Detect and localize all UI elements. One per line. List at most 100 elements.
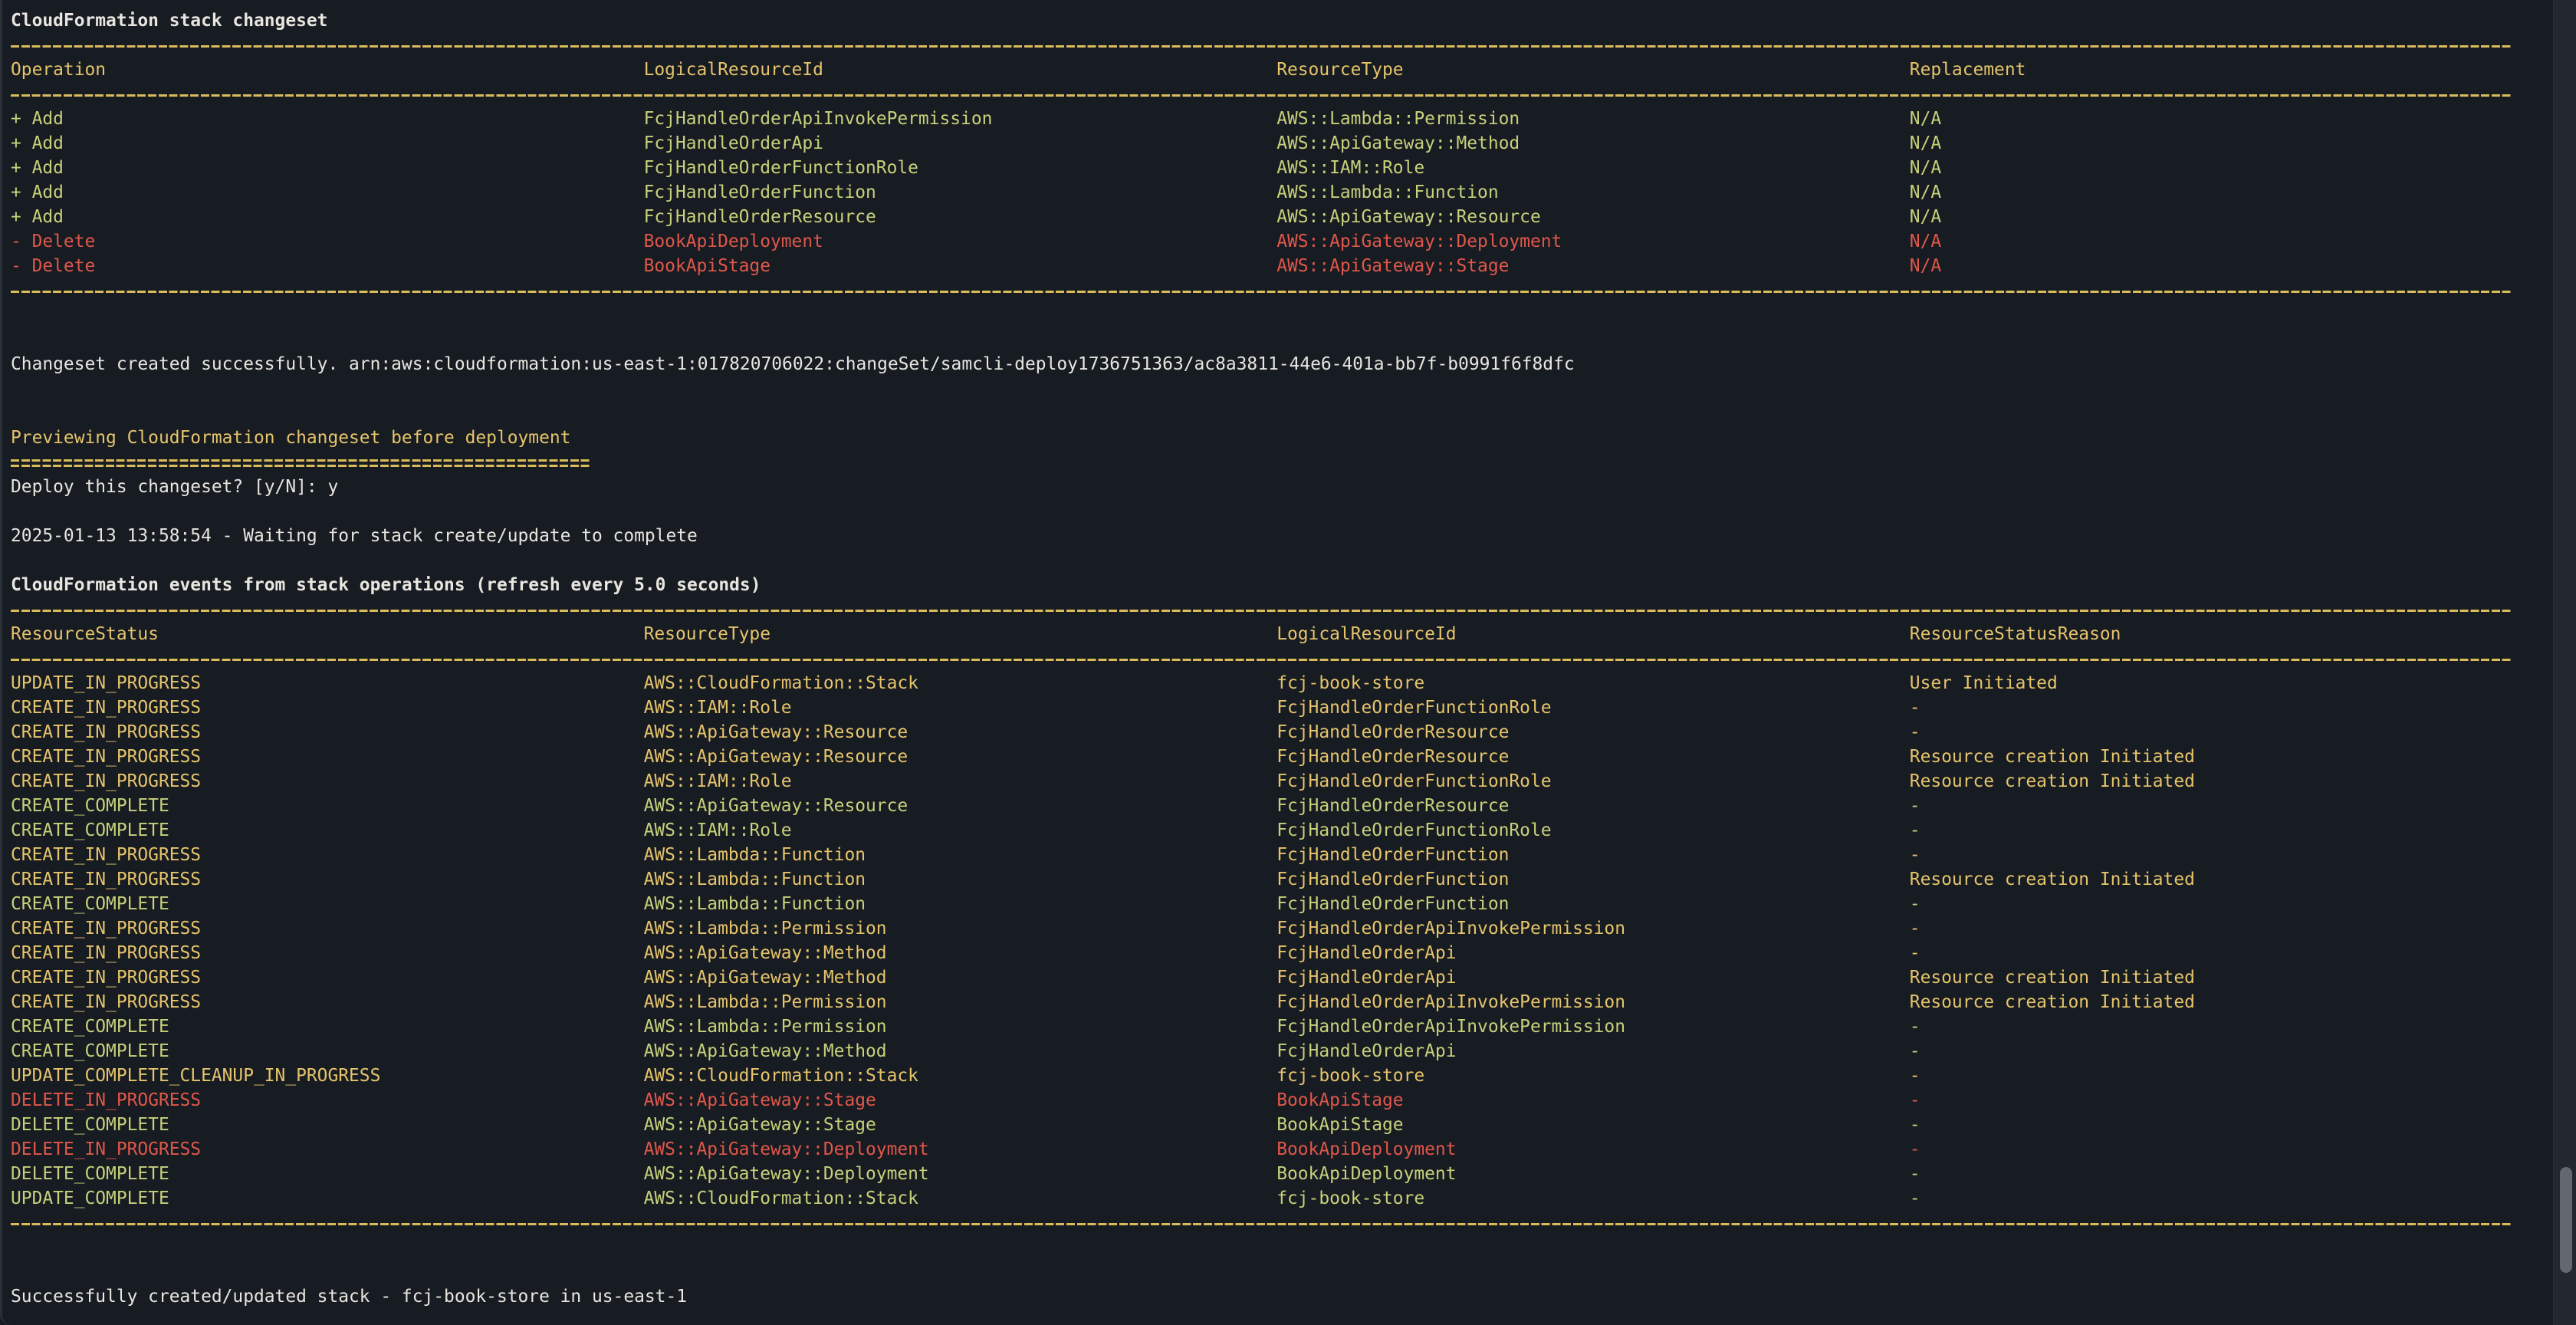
resource-type-cell: AWS::Lambda::Permission: [643, 992, 887, 1012]
logical-resource-id-cell: BookApiDeployment: [1276, 1164, 1457, 1184]
event-row: CREATE_COMPLETE AWS::ApiGateway::Resource…: [8, 794, 2553, 818]
logical-resource-id-cell: FcjHandleOrderFunctionRole: [643, 158, 918, 178]
resource-type-cell: AWS::IAM::Role: [643, 771, 792, 791]
status-reason-cell: User Initiated: [1909, 673, 2058, 693]
resource-type-cell: AWS::ApiGateway::Resource: [643, 747, 909, 767]
status-reason-cell: -: [1909, 943, 1921, 963]
logical-resource-id-cell: BookApiStage: [643, 256, 770, 276]
resource-type-cell: AWS::CloudFormation::Stack: [643, 1189, 918, 1208]
resource-status-cell: CREATE_COMPLETE: [11, 894, 169, 914]
event-row: UPDATE_COMPLETE AWS::CloudFormation::Stac…: [8, 1186, 2553, 1211]
resource-status-cell: DELETE_IN_PROGRESS: [11, 1090, 202, 1110]
event-row: DELETE_IN_PROGRESS AWS::ApiGateway::Stage…: [8, 1088, 2553, 1113]
logical-resource-id-cell: FcjHandleOrderFunction: [1276, 870, 1510, 889]
logical-resource-id-cell: BookApiStage: [1276, 1115, 1404, 1135]
resource-type-cell: AWS::CloudFormation::Stack: [643, 673, 918, 693]
status-reason-cell: -: [1909, 1164, 1921, 1184]
operation-cell: - Delete: [11, 256, 96, 276]
resource-type-cell: AWS::ApiGateway::Stage: [643, 1115, 876, 1135]
logical-resource-id-cell: FcjHandleOrderApi: [1276, 968, 1457, 988]
header-resource-status: ResourceStatus: [11, 624, 159, 644]
logical-resource-id-cell: FcjHandleOrderApiInvokePermission: [1276, 1017, 1625, 1037]
operation-cell: + Add: [11, 109, 64, 129]
scrollbar[interactable]: [2553, 0, 2576, 1325]
event-row: DELETE_COMPLETE AWS::ApiGateway::Stage Boo…: [8, 1113, 2553, 1137]
resource-type-cell: AWS::ApiGateway::Resource: [643, 796, 909, 816]
event-row: CREATE_IN_PROGRESS AWS::ApiGateway::Resou…: [8, 720, 2553, 745]
changeset-row: + Add FcjHandleOrderApiInvokePermission AW…: [8, 107, 2553, 131]
changeset-title: CloudFormation stack changeset: [11, 11, 328, 31]
operation-cell: + Add: [11, 133, 64, 153]
resource-type-cell: AWS::ApiGateway::Stage: [1276, 256, 1510, 276]
resource-type-cell: AWS::ApiGateway::Method: [643, 943, 887, 963]
status-reason-cell: -: [1909, 1066, 1921, 1086]
resource-status-cell: CREATE_IN_PROGRESS: [11, 919, 202, 939]
event-row: CREATE_IN_PROGRESS AWS::Lambda::Permissio…: [8, 916, 2553, 941]
resource-type-cell: AWS::Lambda::Permission: [1276, 109, 1520, 129]
resource-type-cell: AWS::Lambda::Function: [643, 845, 866, 865]
status-reason-cell: -: [1909, 722, 1921, 742]
resource-type-cell: AWS::ApiGateway::Deployment: [1276, 232, 1562, 252]
resource-status-cell: CREATE_COMPLETE: [11, 820, 169, 840]
logical-resource-id-cell: fcj-book-store: [1276, 673, 1425, 693]
resource-type-cell: AWS::ApiGateway::Method: [1276, 133, 1520, 153]
logical-resource-id-cell: FcjHandleOrderResource: [643, 207, 876, 227]
changeset-row: + Add FcjHandleOrderResource AWS::ApiGatew…: [8, 205, 2553, 229]
event-row: UPDATE_IN_PROGRESS AWS::CloudFormation::S…: [8, 671, 2553, 695]
status-reason-cell: -: [1909, 845, 1921, 865]
changeset-table-body: + Add FcjHandleOrderApiInvokePermission AW…: [8, 107, 2553, 278]
resource-type-cell: AWS::Lambda::Function: [643, 894, 866, 914]
event-row: CREATE_IN_PROGRESS AWS::Lambda::Permissio…: [8, 990, 2553, 1014]
header-resource-type: ResourceType: [643, 624, 770, 644]
resource-type-cell: AWS::Lambda::Function: [643, 870, 866, 889]
logical-resource-id-cell: BookApiDeployment: [643, 232, 823, 252]
logical-resource-id-cell: FcjHandleOrderResource: [1276, 796, 1510, 816]
status-reason-cell: Resource creation Initiated: [1909, 968, 2195, 988]
logical-resource-id-cell: FcjHandleOrderApiInvokePermission: [643, 109, 993, 129]
operation-cell: + Add: [11, 182, 64, 202]
logical-resource-id-cell: fcj-book-store: [1276, 1189, 1425, 1208]
scrollbar-thumb[interactable]: [2560, 1166, 2572, 1273]
logical-resource-id-cell: BookApiDeployment: [1276, 1139, 1457, 1159]
resource-status-cell: UPDATE_IN_PROGRESS: [11, 673, 202, 693]
logical-resource-id-cell: FcjHandleOrderFunctionRole: [1276, 698, 1552, 718]
logical-resource-id-cell: FcjHandleOrderApi: [643, 133, 823, 153]
logical-resource-id-cell: FcjHandleOrderApiInvokePermission: [1276, 992, 1625, 1012]
resource-status-cell: CREATE_IN_PROGRESS: [11, 968, 202, 988]
resource-status-cell: CREATE_IN_PROGRESS: [11, 698, 202, 718]
operation-cell: - Delete: [11, 232, 96, 252]
resource-status-cell: DELETE_COMPLETE: [11, 1164, 169, 1184]
resource-type-cell: AWS::IAM::Role: [643, 698, 792, 718]
header-logical-resource-id: LogicalResourceId: [1276, 624, 1457, 644]
replacement-cell: N/A: [1909, 158, 1942, 178]
separator: [8, 33, 2553, 58]
logical-resource-id-cell: FcjHandleOrderApiInvokePermission: [1276, 919, 1625, 939]
terminal-window[interactable]: CloudFormation stack changeset Operation…: [0, 0, 2553, 1325]
logical-resource-id-cell: FcjHandleOrderFunction: [643, 182, 876, 202]
status-reason-cell: Resource creation Initiated: [1909, 747, 2195, 767]
changeset-row: - Delete BookApiDeployment AWS::ApiGateway…: [8, 229, 2553, 254]
resource-status-cell: CREATE_IN_PROGRESS: [11, 771, 202, 791]
resource-type-cell: AWS::ApiGateway::Resource: [1276, 207, 1541, 227]
logical-resource-id-cell: BookApiStage: [1276, 1090, 1404, 1110]
header-resource-type: ResourceType: [1276, 60, 1404, 80]
resource-type-cell: AWS::Lambda::Permission: [643, 919, 887, 939]
resource-type-cell: AWS::ApiGateway::Method: [643, 968, 887, 988]
status-reason-cell: -: [1909, 1189, 1921, 1208]
header-resource-status-reason: ResourceStatusReason: [1909, 624, 2121, 644]
logical-resource-id-cell: FcjHandleOrderApi: [1276, 943, 1457, 963]
waiting-message: 2025-01-13 13:58:54 - Waiting for stack …: [11, 526, 698, 546]
changeset-row: + Add FcjHandleOrderApi AWS::ApiGateway::M…: [8, 131, 2553, 156]
status-reason-cell: -: [1909, 1090, 1921, 1110]
resource-type-cell: AWS::IAM::Role: [1276, 158, 1425, 178]
logical-resource-id-cell: FcjHandleOrderResource: [1276, 722, 1510, 742]
resource-type-cell: AWS::Lambda::Function: [1276, 182, 1499, 202]
changeset-row: + Add FcjHandleOrderFunctionRole AWS::IAM:…: [8, 156, 2553, 180]
resource-status-cell: UPDATE_COMPLETE: [11, 1189, 169, 1208]
events-header-row: ResourceStatus ResourceType LogicalResou…: [8, 622, 2553, 646]
replacement-cell: N/A: [1909, 232, 1942, 252]
event-row: CREATE_COMPLETE AWS::ApiGateway::Method Fc…: [8, 1039, 2553, 1064]
resource-status-cell: CREATE_COMPLETE: [11, 796, 169, 816]
event-row: CREATE_COMPLETE AWS::Lambda::Permission Fc…: [8, 1014, 2553, 1039]
separator: [8, 82, 2553, 107]
